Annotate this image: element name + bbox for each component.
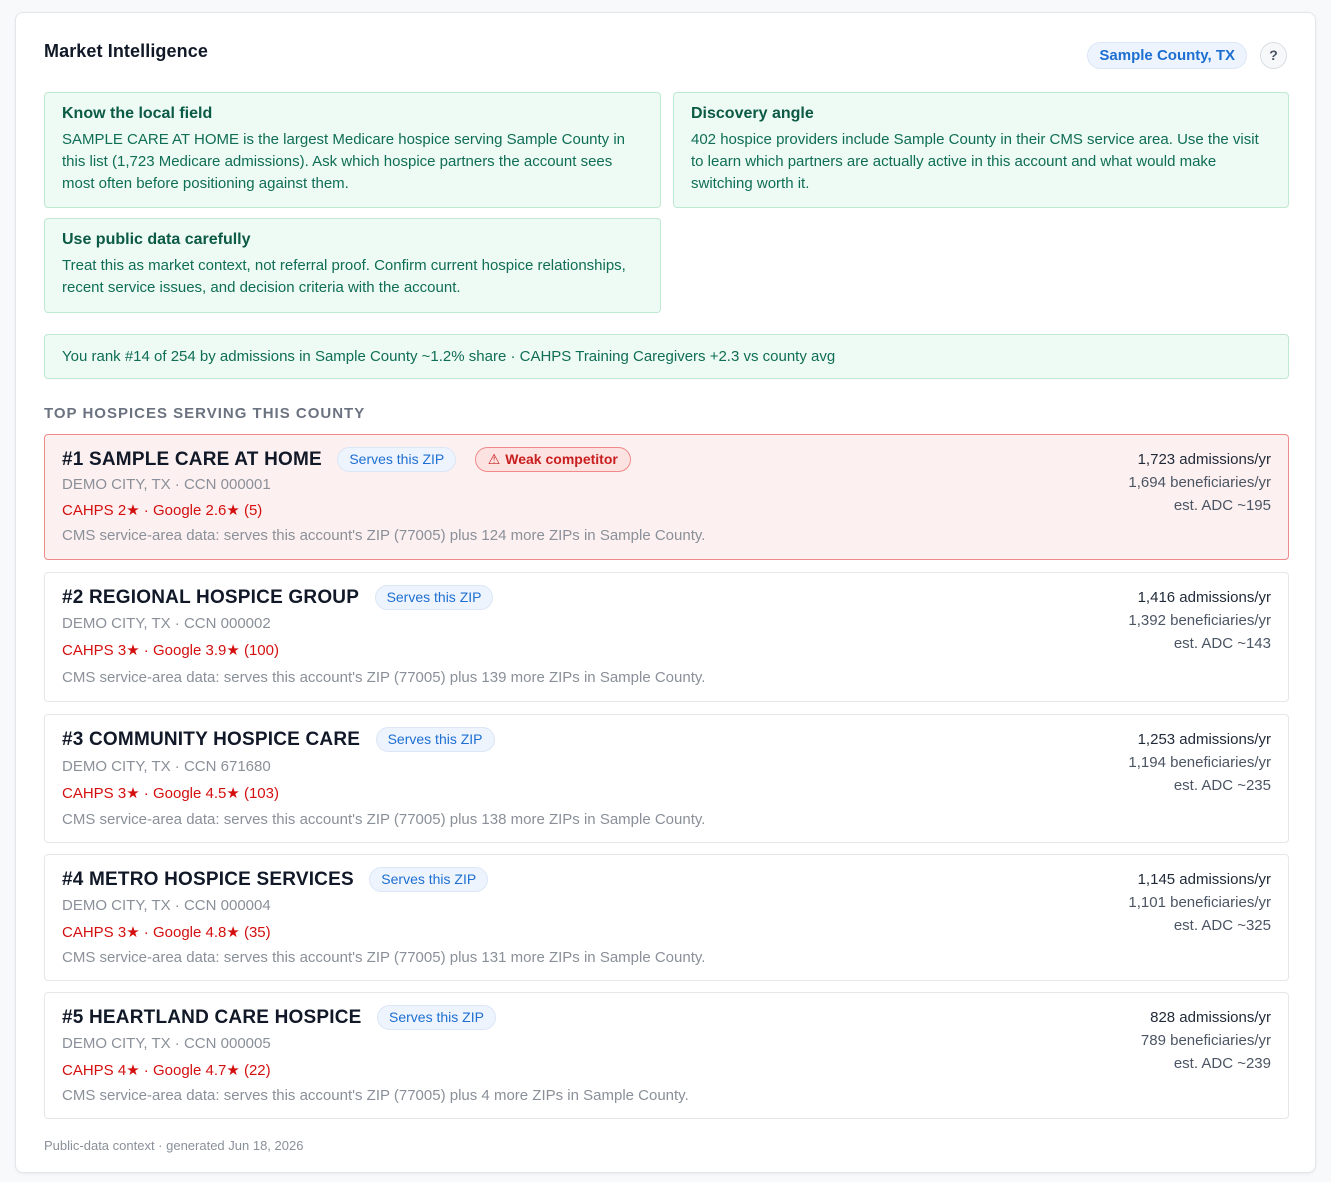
hospice-card[interactable]: #3 COMMUNITY HOSPICE CARE Serves this ZI… xyxy=(44,714,1289,843)
admissions-stat: 828 admissions/yr xyxy=(1150,1009,1271,1026)
insight-heading: Know the local field xyxy=(62,105,213,122)
adc-stat: est. ADC ~143 xyxy=(1173,635,1271,652)
hospice-name-row: #5 HEARTLAND CARE HOSPICE Serves this ZI… xyxy=(62,1005,496,1031)
hospice-stats: 1,253 admissions/yr 1,194 beneficiaries/… xyxy=(1128,728,1271,797)
warning-icon: ⚠ xyxy=(487,451,501,467)
beneficiaries-stat: 789 beneficiaries/yr xyxy=(1140,1032,1271,1049)
insight-body: Treat this as market context, not referr… xyxy=(62,257,626,296)
hospice-ratings: CAHPS 2★ · Google 2.6★ (5) xyxy=(62,502,263,519)
service-area-note: CMS service-area data: serves this accou… xyxy=(62,669,706,686)
hospice-name-row: #3 COMMUNITY HOSPICE CARE Serves this ZI… xyxy=(62,727,495,753)
help-icon[interactable]: ? xyxy=(1260,42,1287,69)
insight-card-local-field: Know the local field SAMPLE CARE AT HOME… xyxy=(44,92,661,208)
admissions-stat: 1,145 admissions/yr xyxy=(1137,871,1271,888)
admissions-stat: 1,416 admissions/yr xyxy=(1137,589,1271,606)
hospice-card[interactable]: #1 SAMPLE CARE AT HOME Serves this ZIP ⚠… xyxy=(44,434,1289,560)
market-intelligence-panel: Market Intelligence Sample County, TX ? … xyxy=(15,12,1316,1173)
hospice-name-row: #1 SAMPLE CARE AT HOME Serves this ZIP ⚠… xyxy=(62,447,631,473)
section-title-top-hospices: TOP HOSPICES SERVING THIS COUNTY xyxy=(44,405,366,422)
hospice-name: #5 HEARTLAND CARE HOSPICE xyxy=(62,1006,362,1028)
county-selector[interactable]: Sample County, TX xyxy=(1087,42,1247,69)
hospice-name-row: #4 METRO HOSPICE SERVICES Serves this ZI… xyxy=(62,867,489,893)
panel-header: Market Intelligence Sample County, TX ? xyxy=(44,39,1287,71)
hospice-ratings: CAHPS 3★ · Google 4.8★ (35) xyxy=(62,924,271,941)
warning-badge-label: Weak competitor xyxy=(505,451,618,467)
hospice-stats: 1,145 admissions/yr 1,101 beneficiaries/… xyxy=(1128,868,1271,937)
beneficiaries-stat: 1,194 beneficiaries/yr xyxy=(1128,754,1271,771)
service-area-note: CMS service-area data: serves this accou… xyxy=(62,527,706,544)
page-title: Market Intelligence xyxy=(44,41,208,61)
hospice-name: #3 COMMUNITY HOSPICE CARE xyxy=(62,728,361,750)
hospice-card[interactable]: #4 METRO HOSPICE SERVICES Serves this ZI… xyxy=(44,854,1289,981)
hospice-location: DEMO CITY, TX · CCN 000002 xyxy=(62,615,271,632)
hospice-ratings: CAHPS 4★ · Google 4.7★ (22) xyxy=(62,1062,271,1079)
hospice-name-row: #2 REGIONAL HOSPICE GROUP Serves this ZI… xyxy=(62,585,494,611)
adc-stat: est. ADC ~239 xyxy=(1173,1055,1271,1072)
hospice-card[interactable]: #2 REGIONAL HOSPICE GROUP Serves this ZI… xyxy=(44,572,1289,702)
hospice-stats: 828 admissions/yr 789 beneficiaries/yr e… xyxy=(1141,1006,1271,1075)
service-area-note: CMS service-area data: serves this accou… xyxy=(62,811,706,828)
insight-card-discovery-angle: Discovery angle 402 hospice providers in… xyxy=(673,92,1289,208)
serves-zip-badge: Serves this ZIP xyxy=(374,585,494,610)
insight-card-public-data: Use public data carefully Treat this as … xyxy=(44,218,661,313)
serves-zip-badge: Serves this ZIP xyxy=(369,867,489,892)
hospice-location: DEMO CITY, TX · CCN 000005 xyxy=(62,1035,271,1052)
weak-competitor-badge: ⚠ Weak competitor xyxy=(474,447,631,472)
insight-heading: Discovery angle xyxy=(691,105,814,122)
hospice-location: DEMO CITY, TX · CCN 000004 xyxy=(62,897,271,914)
service-area-note: CMS service-area data: serves this accou… xyxy=(62,949,706,966)
hospice-stats: 1,416 admissions/yr 1,392 beneficiaries/… xyxy=(1128,586,1271,655)
footer-note: Public-data context · generated Jun 18, … xyxy=(44,1138,304,1153)
admissions-stat: 1,723 admissions/yr xyxy=(1137,451,1271,468)
serves-zip-badge: Serves this ZIP xyxy=(375,727,495,752)
beneficiaries-stat: 1,392 beneficiaries/yr xyxy=(1128,612,1271,629)
insight-body: 402 hospice providers include Sample Cou… xyxy=(691,131,1259,192)
hospice-stats: 1,723 admissions/yr 1,694 beneficiaries/… xyxy=(1128,448,1271,517)
hospice-ratings: CAHPS 3★ · Google 3.9★ (100) xyxy=(62,642,279,659)
beneficiaries-stat: 1,101 beneficiaries/yr xyxy=(1128,894,1271,911)
service-area-note: CMS service-area data: serves this accou… xyxy=(62,1087,689,1104)
hospice-location: DEMO CITY, TX · CCN 000001 xyxy=(62,476,271,493)
hospice-name: #2 REGIONAL HOSPICE GROUP xyxy=(62,586,360,608)
adc-stat: est. ADC ~325 xyxy=(1173,917,1271,934)
rank-summary-banner: You rank #14 of 254 by admissions in Sam… xyxy=(44,334,1289,379)
beneficiaries-stat: 1,694 beneficiaries/yr xyxy=(1128,474,1271,491)
hospice-card[interactable]: #5 HEARTLAND CARE HOSPICE Serves this ZI… xyxy=(44,992,1289,1119)
hospice-name: #4 METRO HOSPICE SERVICES xyxy=(62,868,354,890)
admissions-stat: 1,253 admissions/yr xyxy=(1137,731,1271,748)
adc-stat: est. ADC ~195 xyxy=(1173,497,1271,514)
hospice-name: #1 SAMPLE CARE AT HOME xyxy=(62,448,322,470)
serves-zip-badge: Serves this ZIP xyxy=(337,447,457,472)
hospice-location: DEMO CITY, TX · CCN 671680 xyxy=(62,758,271,775)
hospice-ratings: CAHPS 3★ · Google 4.5★ (103) xyxy=(62,785,279,802)
insight-body: SAMPLE CARE AT HOME is the largest Medic… xyxy=(62,131,626,192)
serves-zip-badge: Serves this ZIP xyxy=(377,1005,496,1030)
adc-stat: est. ADC ~235 xyxy=(1173,777,1271,794)
insight-heading: Use public data carefully xyxy=(62,231,251,248)
